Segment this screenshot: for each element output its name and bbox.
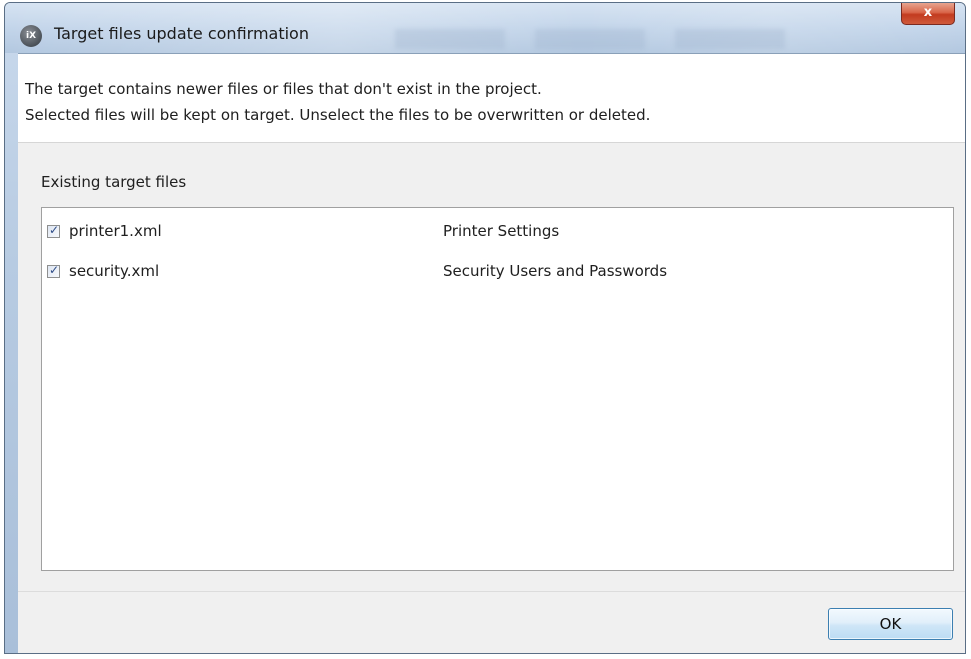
list-item[interactable]: ✓ security.xml Security Users and Passwo…	[42, 260, 953, 286]
checkmark-icon: ✓	[49, 223, 60, 237]
dialog-client-area: The target contains newer files or files…	[18, 53, 965, 653]
checkmark-icon: ✓	[49, 263, 60, 277]
dialog-window: iX Target files update confirmation x Th…	[4, 2, 966, 654]
ok-button[interactable]: OK	[828, 608, 953, 640]
message-line-2: Selected files will be kept on target. U…	[25, 106, 651, 124]
message-panel: The target contains newer files or files…	[18, 54, 965, 142]
file-name: printer1.xml	[69, 222, 162, 240]
close-button[interactable]: x	[901, 3, 955, 25]
title-bar[interactable]: iX Target files update confirmation x	[5, 3, 965, 53]
file-name: security.xml	[69, 262, 160, 280]
file-checkbox[interactable]: ✓	[47, 223, 60, 238]
file-description: Security Users and Passwords	[443, 262, 668, 280]
ix-app-icon: iX	[20, 25, 42, 47]
existing-files-list[interactable]: ✓ printer1.xml Printer Settings ✓ securi…	[41, 207, 954, 571]
background-blur	[535, 29, 645, 49]
background-blur	[675, 29, 785, 49]
list-item[interactable]: ✓ printer1.xml Printer Settings	[42, 220, 953, 246]
message-text: The target contains newer files or files…	[25, 76, 650, 128]
existing-files-label: Existing target files	[41, 173, 187, 191]
file-checkbox[interactable]: ✓	[47, 263, 60, 278]
message-line-1: The target contains newer files or files…	[25, 80, 542, 98]
background-blur	[395, 29, 505, 49]
window-title: Target files update confirmation	[54, 24, 309, 43]
files-panel: Existing target files ✓ printer1.xml Pri…	[18, 143, 965, 591]
close-icon: x	[923, 5, 933, 20]
button-bar: OK	[18, 592, 965, 653]
file-description: Printer Settings	[443, 222, 560, 240]
